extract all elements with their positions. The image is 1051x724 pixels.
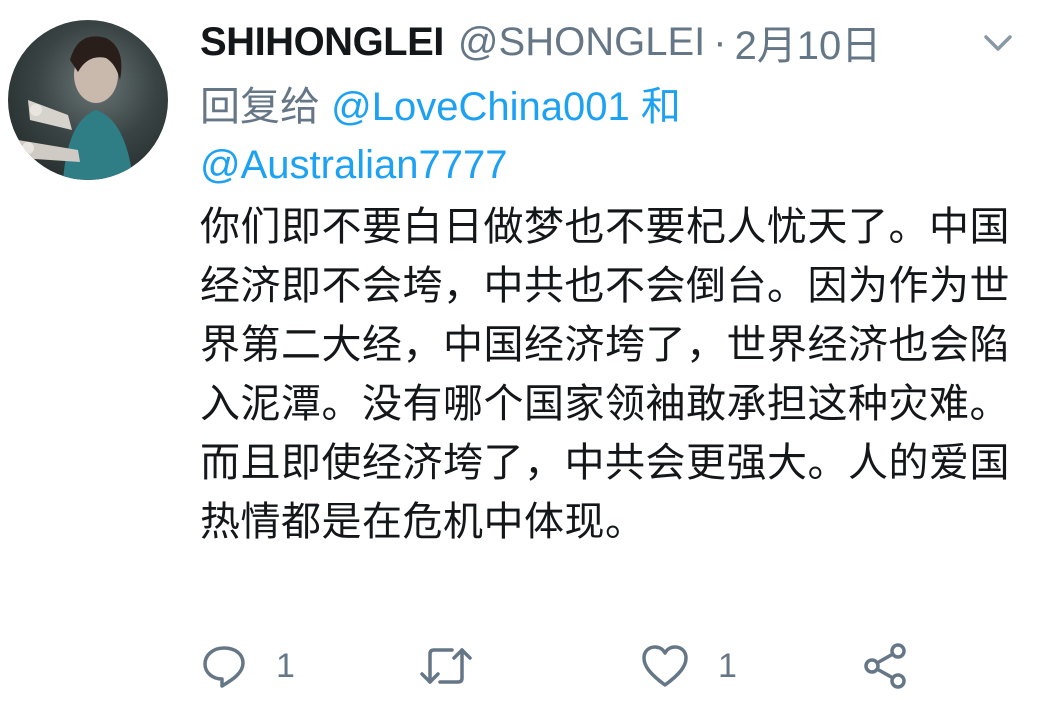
share-icon: [860, 641, 910, 691]
like-count: 1: [718, 646, 737, 685]
like-button[interactable]: 1: [640, 636, 737, 696]
reply-bubble-icon: [200, 642, 248, 690]
tweet-text: 你们即不要白日做梦也不要杞人忧天了。中国经济即不会垮，中共也不会倒台。因为作为世…: [200, 205, 1010, 544]
tweet-date[interactable]: 2月10日: [735, 13, 882, 71]
reply-mention-lovechina001[interactable]: @LoveChina001: [331, 85, 630, 129]
reply-button[interactable]: 1: [200, 636, 295, 696]
separator-dot: ·: [713, 19, 727, 64]
retweet-icon: [418, 642, 474, 690]
reply-mention-australian7777[interactable]: @Australian7777: [200, 143, 507, 187]
tweet-header: SHIHONGLEI @SHONGLEI · 2月10日: [200, 14, 881, 70]
reply-prefix: 回复给: [200, 85, 320, 129]
display-name[interactable]: SHIHONGLEI: [200, 20, 444, 65]
share-button[interactable]: [860, 636, 910, 696]
tweet-card[interactable]: SHIHONGLEI @SHONGLEI · 2月10日 回复给 @LoveCh…: [0, 0, 1051, 724]
user-handle[interactable]: @SHONGLEI: [458, 20, 705, 65]
action-bar: 1 1: [200, 636, 1020, 696]
chevron-down-icon[interactable]: [978, 28, 1018, 58]
reply-count: 1: [276, 646, 295, 685]
reply-context: 回复给 @LoveChina001 和 @Australian7777: [200, 78, 1020, 194]
heart-icon: [640, 643, 690, 689]
retweet-button[interactable]: [418, 636, 474, 696]
avatar[interactable]: [8, 20, 168, 180]
reply-conjunction: 和: [640, 85, 681, 129]
